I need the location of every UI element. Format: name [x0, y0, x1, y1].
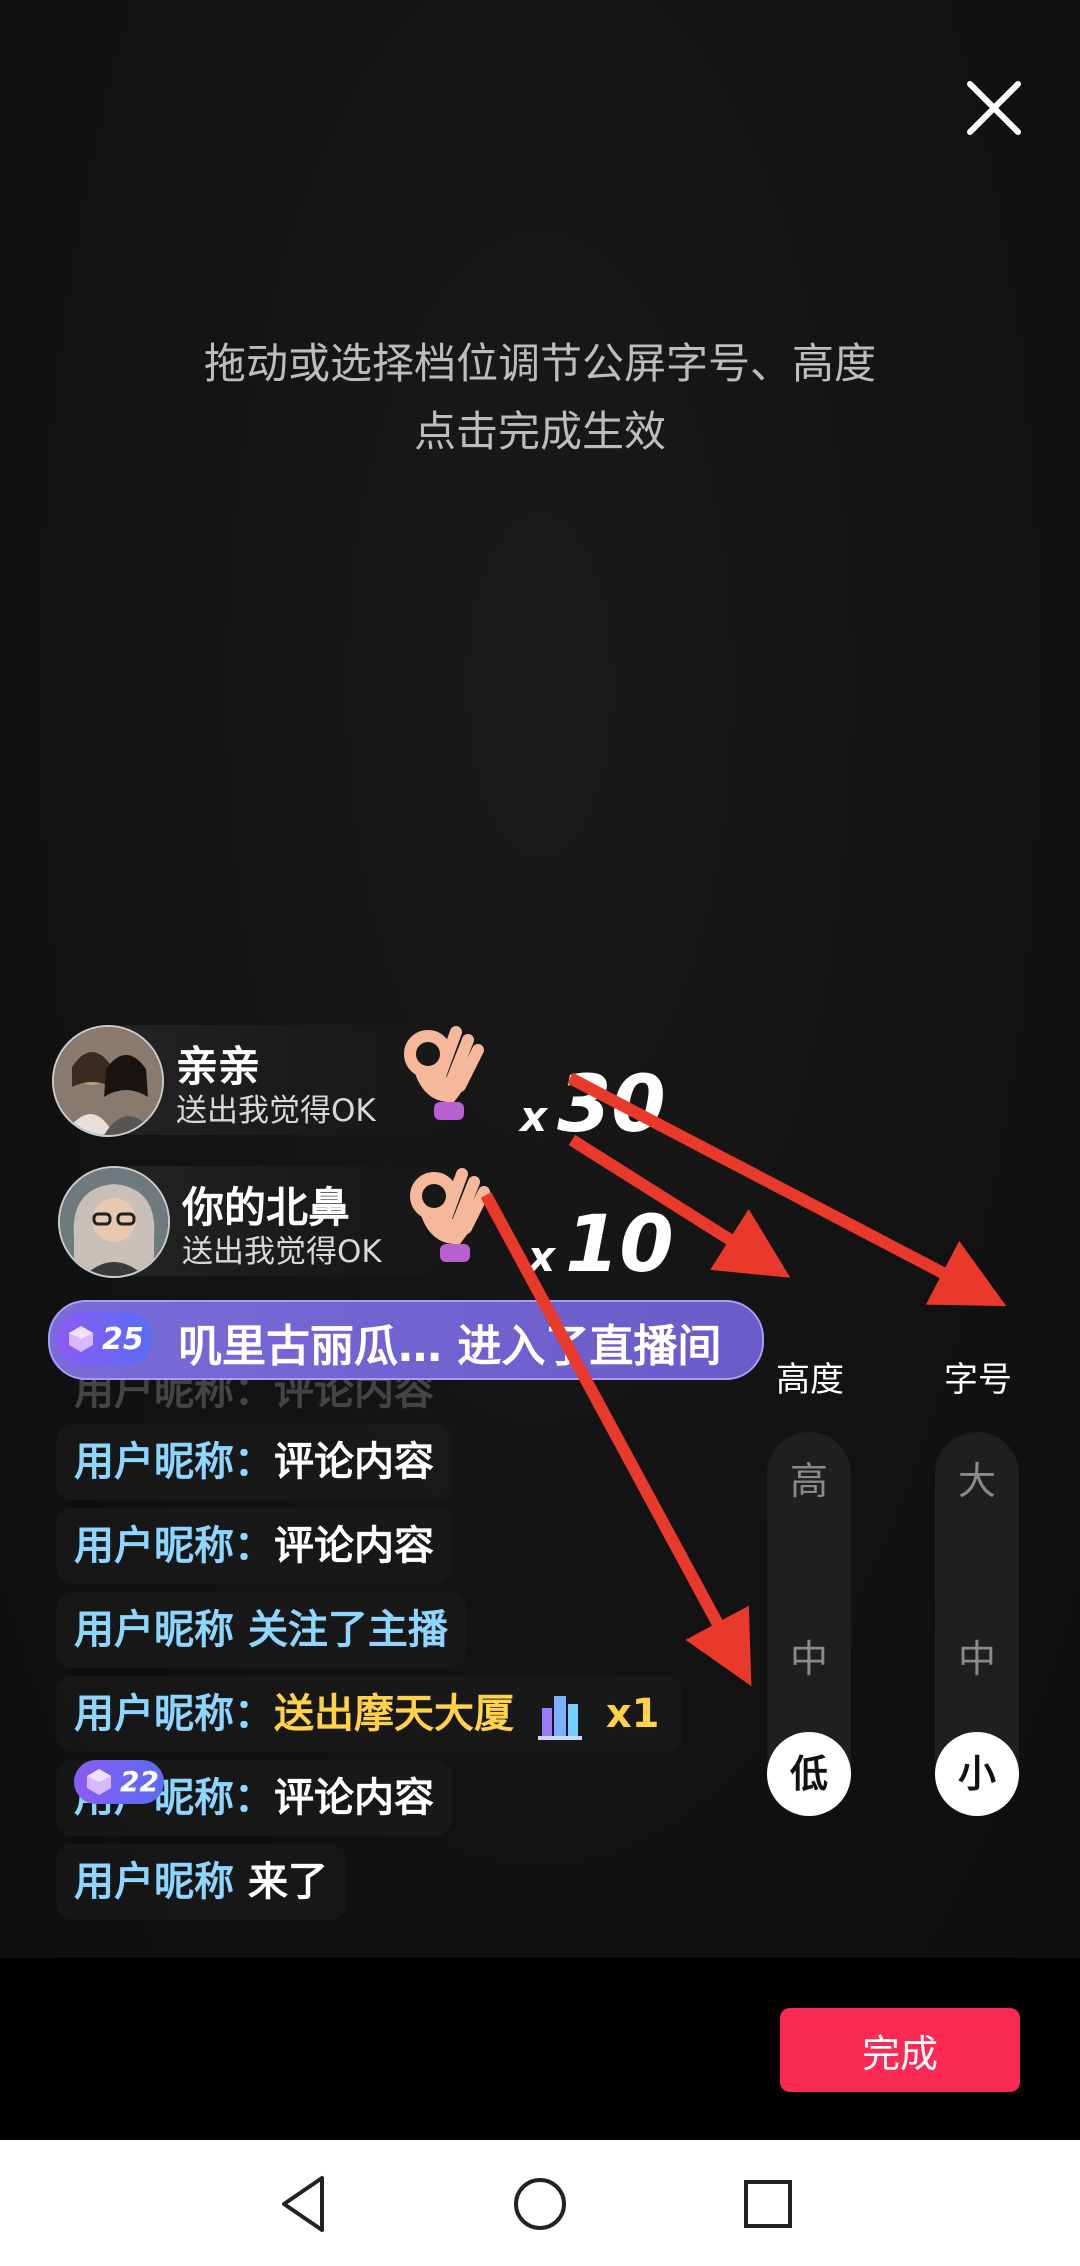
adjust-hint-text: 拖动或选择档位调节公屏字号、高度 — [203, 339, 876, 388]
system-nav-bar — [0, 2140, 1080, 2266]
gift-count: x1 — [605, 1691, 660, 1737]
ok-hand-icon — [410, 1168, 490, 1262]
ok-hand-icon — [404, 1026, 484, 1120]
skyscraper-icon — [537, 1696, 582, 1740]
close-icon[interactable] — [962, 76, 1026, 140]
home-icon[interactable] — [504, 2168, 576, 2240]
comment-nickname[interactable]: 用户昵称 — [74, 1859, 248, 1905]
viewer-enter-banner: 25 叽里古丽瓜… 进入了直播间 — [48, 1300, 764, 1380]
comment-item: 用户昵称：评论内容 — [56, 1424, 452, 1500]
recents-icon[interactable] — [732, 2168, 804, 2240]
comment-item: 22 用户昵称：评论内容 — [56, 1760, 452, 1836]
comment-item: 用户昵称：评论内容 — [56, 1508, 452, 1584]
confirm-hint-text: 点击完成生效 — [413, 407, 666, 456]
gift-action-text: 送出我觉得OK — [182, 1234, 382, 1270]
comment-text: 评论内容 — [274, 1439, 434, 1485]
comment-text: 来了 — [247, 1859, 328, 1905]
comment-text: 评论内容 — [274, 1775, 434, 1821]
user-level-badge: 22 — [74, 1760, 164, 1804]
gem-icon — [69, 1326, 93, 1352]
font-size-slider-knob[interactable]: 小 — [935, 1732, 1019, 1816]
avatar[interactable] — [52, 1025, 164, 1137]
gift-notice: 用户昵称：送出摩天大厦 x1 — [56, 1676, 682, 1752]
height-level-high[interactable]: 高 — [767, 1450, 851, 1505]
height-control-title: 高度 — [776, 1360, 844, 1400]
height-slider-knob[interactable]: 低 — [767, 1732, 851, 1816]
comment-nickname[interactable]: 用户昵称： — [74, 1523, 274, 1569]
user-level-badge: 25 — [56, 1312, 152, 1366]
gift-combo-count: x 30 — [520, 1060, 666, 1150]
gift-combo-count: x 10 — [528, 1200, 674, 1290]
comment-text: 关注了主播 — [247, 1607, 448, 1653]
back-icon[interactable] — [270, 2168, 342, 2240]
enter-banner-text: 叽里古丽瓜… 进入了直播间 — [178, 1321, 722, 1372]
follow-notice: 用户昵称 关注了主播 — [56, 1592, 466, 1668]
comment-nickname[interactable]: 用户昵称： — [74, 1439, 274, 1485]
comment-nickname[interactable]: 用户昵称 — [74, 1607, 248, 1653]
gem-icon — [87, 1769, 111, 1795]
comment-text: 送出摩天大厦 — [274, 1691, 514, 1737]
comment-item: 用户昵称 来了 — [56, 1844, 346, 1920]
gift-action-text: 送出我觉得OK — [176, 1093, 376, 1129]
height-level-medium[interactable]: 中 — [767, 1628, 851, 1683]
done-button[interactable]: 完成 — [780, 2008, 1020, 2092]
height-slider[interactable]: 高 中 低 — [767, 1432, 851, 1816]
avatar[interactable] — [58, 1166, 170, 1278]
font-size-control-title: 字号 — [944, 1360, 1012, 1400]
font-size-level-medium[interactable]: 中 — [935, 1628, 1019, 1683]
font-size-slider[interactable]: 大 中 小 — [935, 1432, 1019, 1816]
comment-text: 评论内容 — [274, 1523, 434, 1569]
comment-nickname[interactable]: 用户昵称： — [74, 1691, 274, 1737]
font-size-level-large[interactable]: 大 — [935, 1450, 1019, 1505]
